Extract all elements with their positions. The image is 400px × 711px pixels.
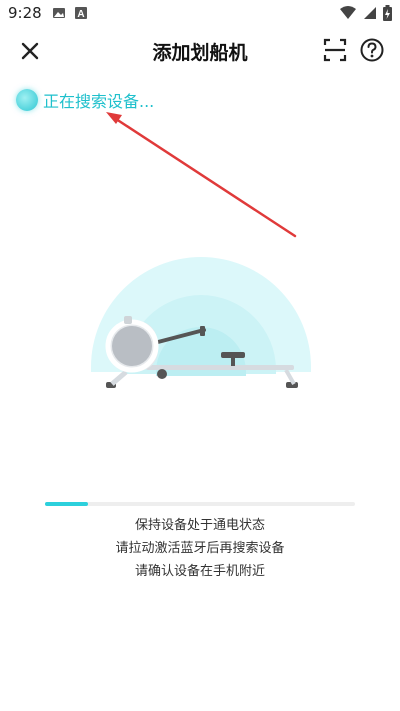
image-icon: [53, 8, 65, 18]
status-bar: 9:28 A: [0, 0, 400, 28]
tips-list: 保持设备处于通电状态 请拉动激活蓝牙后再搜索设备 请确认设备在手机附近: [0, 514, 400, 583]
scan-icon: [323, 38, 347, 62]
search-progress-fill: [45, 502, 89, 506]
help-button[interactable]: [359, 37, 385, 63]
rowing-machine-illustration: [91, 257, 311, 388]
battery-charging-icon: [383, 5, 392, 21]
cellular-icon: [364, 7, 376, 19]
svg-text:A: A: [77, 9, 84, 20]
scan-button[interactable]: [322, 37, 348, 63]
tip-line: 请拉动激活蓝牙后再搜索设备: [115, 541, 285, 556]
wifi-icon: [340, 6, 356, 19]
searching-text: 正在搜索设备...: [43, 92, 155, 111]
top-app-bar: 添加划船机: [0, 30, 400, 72]
app-a-icon: A: [75, 7, 87, 20]
searching-status: 正在搜索设备...: [16, 88, 154, 112]
help-icon: [360, 38, 384, 62]
tip-line: 请确认设备在手机附近: [134, 564, 265, 579]
status-time: 9:28: [8, 4, 42, 22]
search-progress-bar: [45, 502, 355, 506]
tip-line: 保持设备处于通电状态: [134, 518, 265, 533]
status-right-icons: [339, 5, 392, 21]
searching-indicator-icon: [16, 89, 38, 111]
status-left-icons: A: [52, 6, 88, 20]
